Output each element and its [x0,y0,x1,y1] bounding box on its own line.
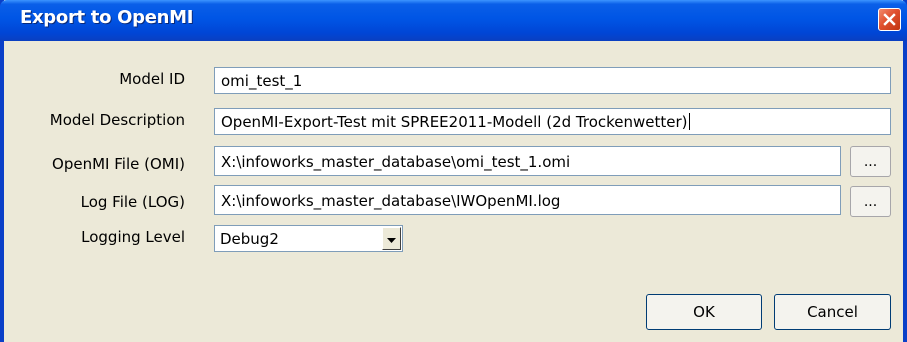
text-cursor [688,113,690,130]
logging-level-value: Debug2 [220,230,279,248]
model-description-value: OpenMI-Export-Test mit SPREE2011-Modell … [221,113,688,131]
model-id-input[interactable]: omi_test_1 [214,67,891,94]
export-openmi-dialog: Export to OpenMI Model ID omi_test_1 Mod… [0,0,907,342]
openmi-file-browse-button[interactable]: ... [850,146,891,177]
close-button[interactable] [878,8,901,31]
cancel-button[interactable]: Cancel [774,294,891,330]
model-id-label: Model ID [119,70,185,88]
logging-level-select[interactable]: Debug2 [214,225,403,252]
openmi-file-input[interactable]: X:\infoworks_master_database\omi_test_1.… [214,146,841,176]
ok-button[interactable]: OK [646,294,762,330]
openmi-file-value: X:\infoworks_master_database\omi_test_1.… [221,153,571,171]
logging-level-label: Logging Level [81,228,185,246]
model-description-label: Model Description [49,111,185,129]
model-id-value: omi_test_1 [221,72,303,90]
log-file-value: X:\infoworks_master_database\IWOpenMI.lo… [221,192,561,210]
openmi-file-label: OpenMI File (OMI) [52,155,185,173]
title-bar[interactable]: Export to OpenMI [0,0,907,41]
model-description-input[interactable]: OpenMI-Export-Test mit SPREE2011-Modell … [214,108,891,135]
logging-level-dropdown-button[interactable] [382,227,401,250]
close-icon [883,13,896,26]
dialog-title: Export to OpenMI [20,7,194,28]
log-file-label: Log File (LOG) [80,193,185,211]
log-file-browse-button[interactable]: ... [850,186,891,217]
log-file-input[interactable]: X:\infoworks_master_database\IWOpenMI.lo… [214,185,841,215]
chevron-down-icon [387,229,396,248]
